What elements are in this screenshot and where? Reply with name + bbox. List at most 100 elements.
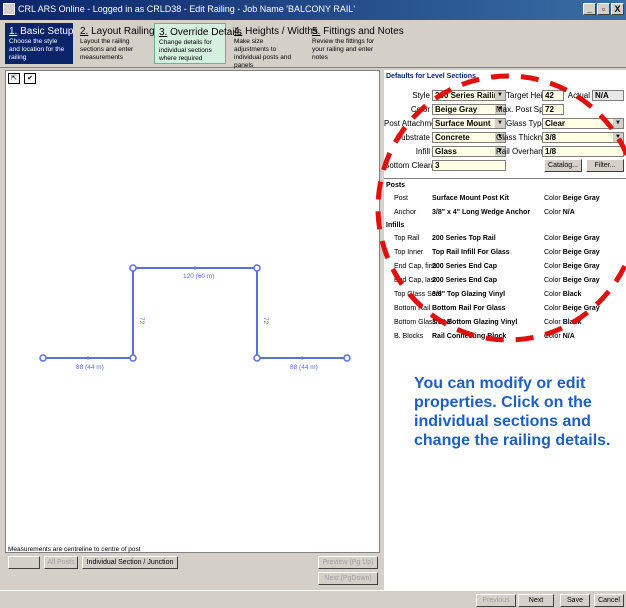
part-name: Bottom Rail [394, 305, 431, 312]
chevron-down-icon: ▼ [613, 119, 623, 128]
post-attachment-value: Surface Mount [435, 119, 491, 128]
step-fittings-notes[interactable]: 5. Fittings and Notes Review the fitting… [308, 23, 404, 64]
glass-thickness-label: Glass Thickness [496, 133, 555, 142]
all-posts-button[interactable]: All Posts [44, 556, 78, 569]
step-desc: Layout the railing sections and enter me… [80, 38, 134, 61]
style-select[interactable]: 200 Series Railing ▼ [432, 90, 506, 101]
glass-type-label: Glass Type [506, 119, 546, 128]
step-title: Fittings and Notes [323, 26, 404, 37]
railing-drawing[interactable]: 120 (60 m) 72 72 88 (44 m) 88 (44 m) [6, 71, 381, 554]
step-desc: Choose the style and location for the ra… [9, 38, 65, 61]
rail-overhang-input[interactable]: 1/8 [542, 146, 624, 157]
step-number: 1. [9, 26, 18, 37]
part-color: Color Black [544, 319, 581, 326]
bottom-clearance-label: Bottom Clearance [384, 161, 449, 170]
callout-text: You can modify or edit properties. Click… [414, 375, 611, 449]
defaults-title: Defaults for Level Sections [386, 73, 476, 80]
infill-select[interactable]: Glass ▼ [432, 146, 506, 157]
color-value: Beige Gray [435, 105, 478, 114]
catalog-button[interactable]: Catalog... [544, 159, 582, 172]
maximize-button[interactable]: ▫ [597, 3, 610, 15]
table-row[interactable]: Top Rail 200 Series Top Rail Color Beige… [384, 232, 626, 246]
table-row[interactable]: End Cap, last 200 Series End Cap Color B… [384, 274, 626, 288]
actual-label: Actual [567, 91, 590, 100]
bottom-clearance-input[interactable]: 3 [432, 160, 506, 171]
individual-section-button[interactable]: Individual Section / Junction [82, 556, 178, 569]
table-row[interactable]: Bottom Rail Bottom Rail For Glass Color … [384, 302, 626, 316]
post-attachment-select[interactable]: Surface Mount ▼ [432, 118, 506, 129]
color-value: Black [562, 319, 582, 326]
step-basic-setup[interactable]: 1. Basic Setup Choose the style and loca… [5, 23, 74, 64]
part-item: Top Rail Infill For Glass [432, 249, 510, 256]
part-item: 3/8" x 4" Long Wedge Anchor [432, 209, 531, 216]
post-marker[interactable] [129, 264, 137, 272]
glass-type-select[interactable]: Clear ▼ [542, 118, 624, 129]
color-value: Beige Gray [562, 249, 600, 256]
label-left-vert: 72 [138, 317, 145, 325]
table-row[interactable]: Top Glass Seal 3/8" Top Glazing Vinyl Co… [384, 288, 626, 302]
color-value: Beige Gray [562, 305, 600, 312]
part-name: End Cap, first [394, 263, 437, 270]
color-value: Beige Gray [562, 263, 600, 270]
left-disabled-button[interactable] [8, 556, 40, 569]
post-marker[interactable] [343, 354, 351, 362]
cancel-button[interactable]: Cancel [594, 594, 624, 607]
railing-canvas[interactable]: ⇱ ✔ 120 (60 m) 72 72 88 (44 m) 88 (44 m) [5, 70, 380, 553]
part-item: 200 Series End Cap [432, 277, 497, 284]
style-value: 200 Series Railing [435, 91, 504, 100]
part-color: Color N/A [544, 209, 575, 216]
app-icon [3, 3, 15, 15]
chevron-down-icon: ▼ [495, 91, 505, 100]
step-heights-widths[interactable]: 4. Heights / Widths Make size adjustment… [230, 23, 318, 69]
part-item: Rail Connecting Block [432, 333, 507, 340]
table-row[interactable]: B. Blocks Rail Connecting Block Color N/… [384, 330, 626, 344]
chevron-down-icon: ▼ [613, 133, 623, 142]
table-row[interactable]: Bottom Glass Seal 3/8" Bottom Glazing Vi… [384, 316, 626, 330]
step-override-details[interactable]: 3. Override Details Change details for i… [154, 23, 242, 64]
step-desc: Make size adjustments to individual post… [234, 38, 292, 69]
post-marker[interactable] [253, 264, 261, 272]
step-title: Layout Railing [91, 26, 155, 37]
color-value: Beige Gray [562, 195, 600, 202]
target-height-input[interactable]: 42 [542, 90, 564, 101]
table-row[interactable]: Top Inner Top Rail Infill For Glass Colo… [384, 246, 626, 260]
footer-bar: Previous Next Save Cancel [0, 590, 626, 608]
part-item: 3/8" Top Glazing Vinyl [432, 291, 506, 298]
post-marker[interactable] [39, 354, 47, 362]
step-number: 2. [80, 26, 89, 37]
infill-value: Glass [435, 147, 457, 156]
filter-button[interactable]: Filter... [586, 159, 624, 172]
close-button[interactable]: X [611, 3, 624, 15]
title-bar: CRL ARS Online - Logged in as CRLD38 - E… [0, 0, 626, 20]
color-label: Color [544, 235, 561, 242]
post-marker[interactable] [253, 354, 261, 362]
color-label: Color [544, 277, 561, 284]
part-color: Color N/A [544, 333, 575, 340]
color-label: Color [544, 291, 561, 298]
table-row[interactable]: Anchor 3/8" x 4" Long Wedge Anchor Color… [384, 206, 626, 220]
step-layout-railing[interactable]: 2. Layout Railing Layout the railing sec… [76, 23, 155, 64]
minimize-button[interactable]: _ [583, 3, 596, 15]
part-name: Post [394, 195, 409, 202]
color-label: Color [544, 333, 561, 340]
chevron-down-icon: ▼ [495, 119, 505, 128]
post-marker[interactable] [129, 354, 137, 362]
window-controls: _ ▫ X [583, 3, 624, 15]
color-select[interactable]: Beige Gray ▼ [432, 104, 506, 115]
save-button[interactable]: Save [560, 594, 590, 607]
table-row[interactable]: End Cap, first 200 Series End Cap Color … [384, 260, 626, 274]
part-item: 200 Series End Cap [432, 263, 497, 270]
preview-button[interactable]: Preview (Pg Up) [318, 556, 378, 569]
glass-thickness-select[interactable]: 3/8 ▼ [542, 132, 624, 143]
color-label: Color [410, 105, 430, 114]
next-page-button[interactable]: Next (PgDown) [318, 572, 378, 585]
substrate-select[interactable]: Concrete ▼ [432, 132, 506, 143]
max-post-spacing-input[interactable]: 72 [542, 104, 564, 115]
step-desc: Review the fittings for your railing and… [312, 38, 375, 61]
previous-button[interactable]: Previous [476, 594, 516, 607]
part-color: Color Beige Gray [544, 235, 600, 242]
part-name: B. Blocks [394, 333, 424, 340]
table-row[interactable]: Post Surface Mount Post Kit Color Beige … [384, 192, 626, 206]
next-button[interactable]: Next [518, 594, 554, 607]
color-label: Color [544, 209, 561, 216]
